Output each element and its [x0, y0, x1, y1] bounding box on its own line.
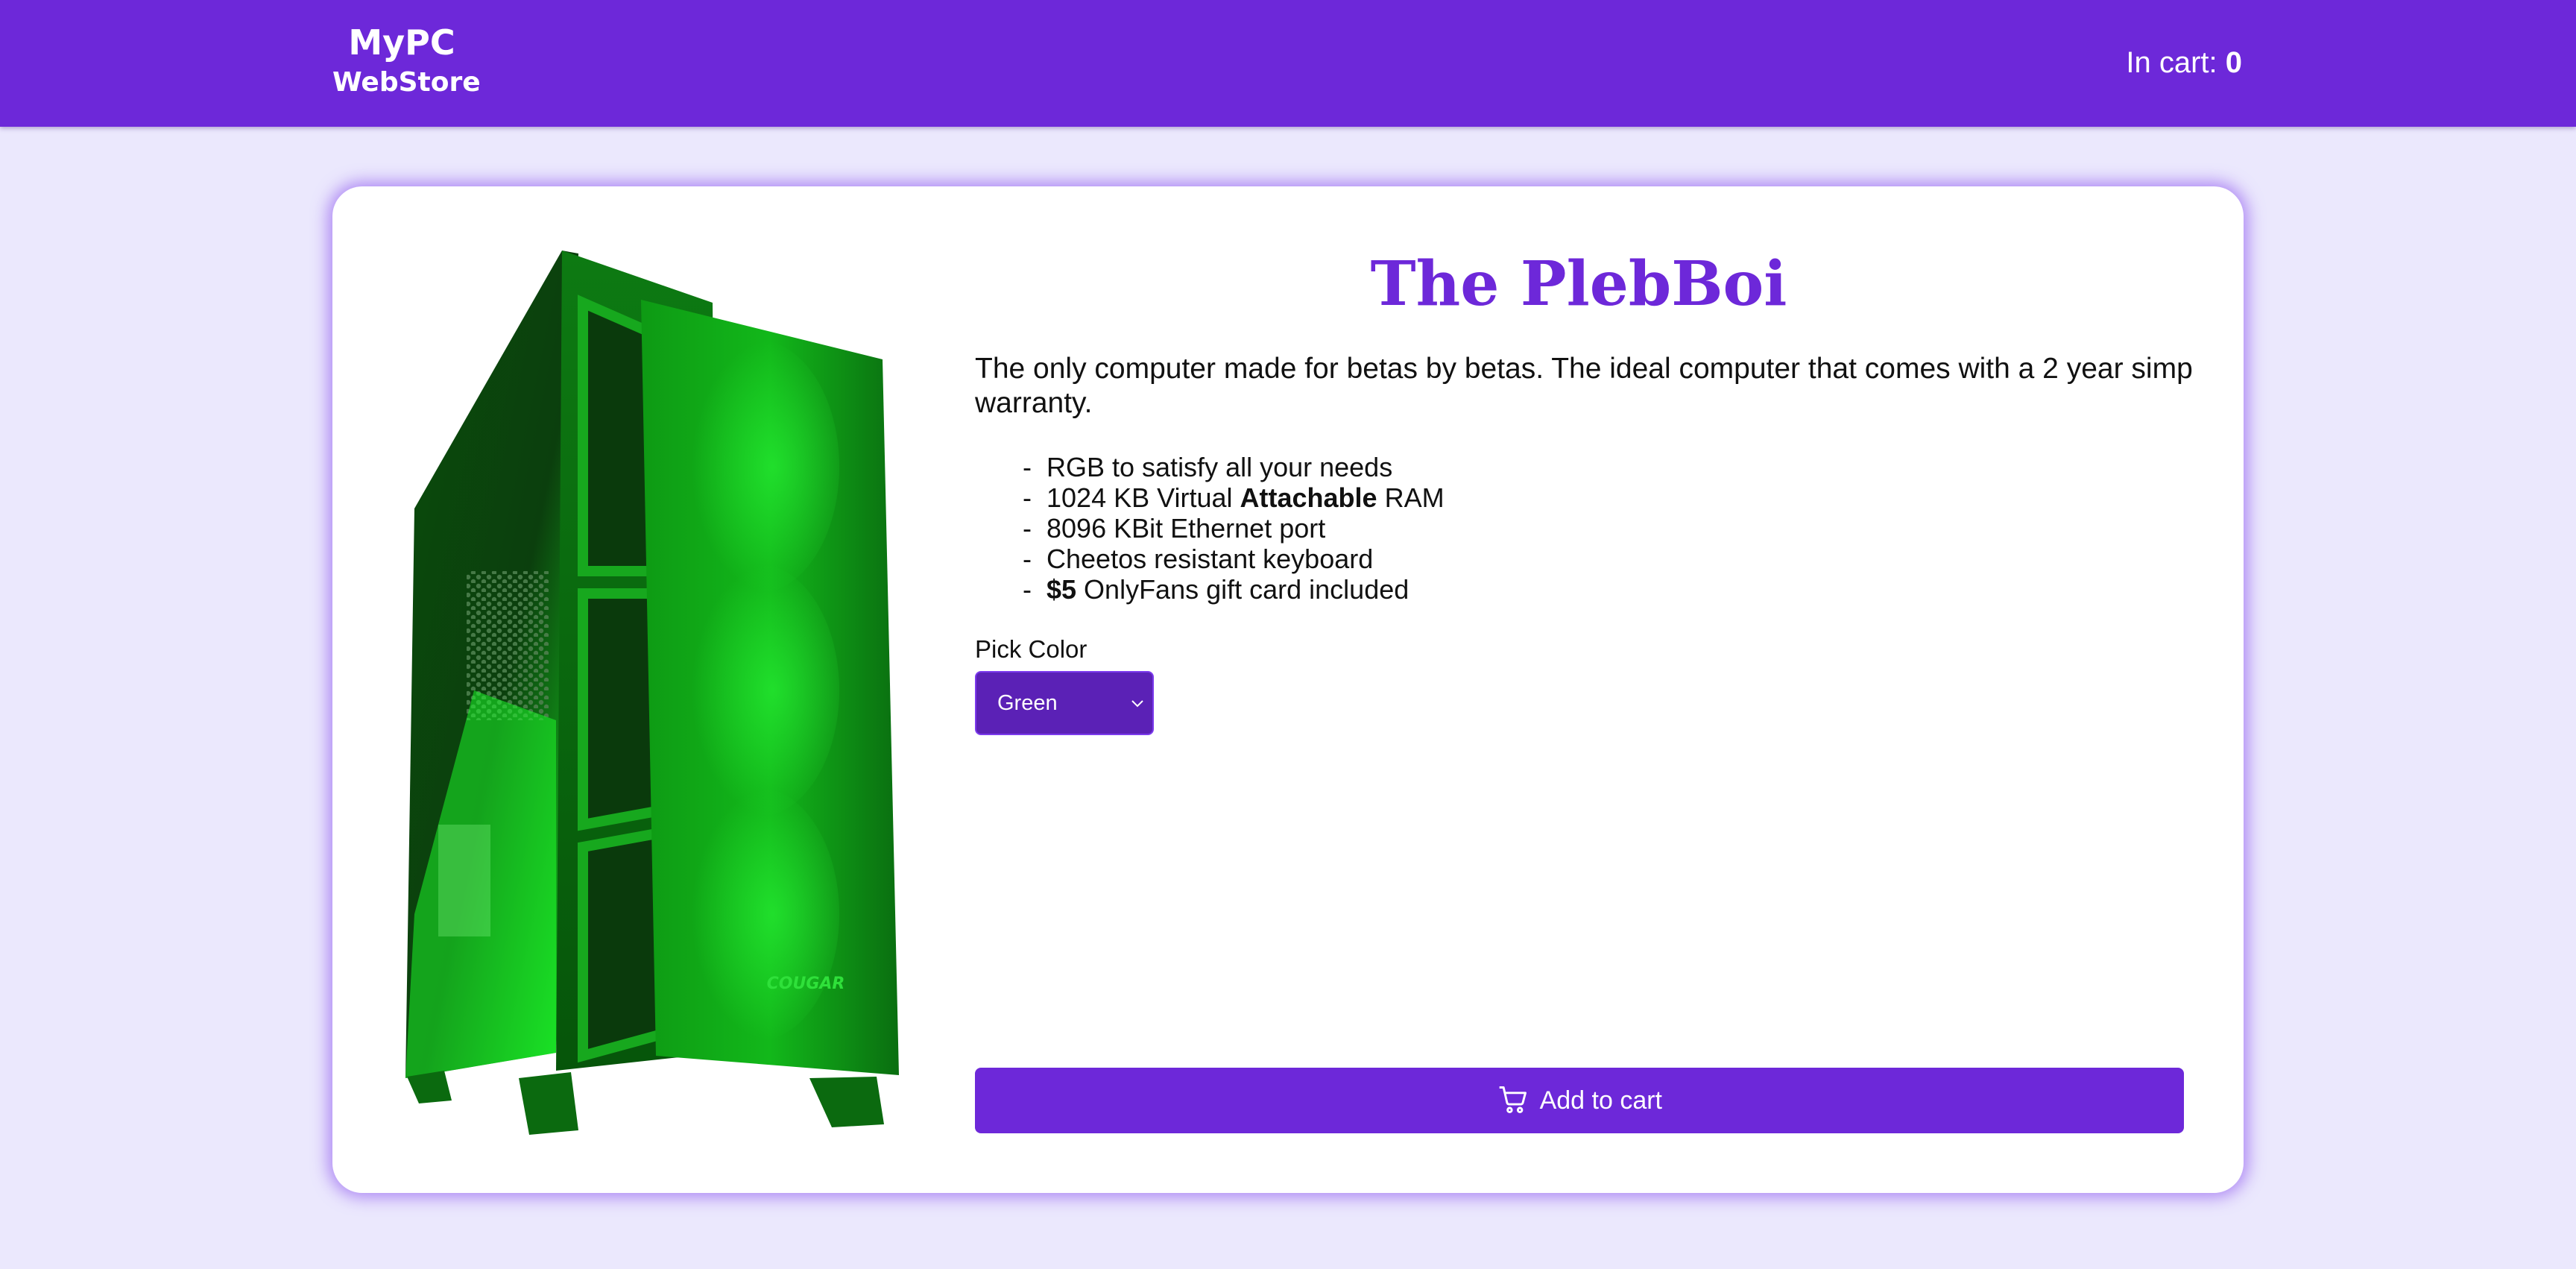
add-to-cart-label: Add to cart — [1539, 1086, 1662, 1115]
cart-status-label: In cart: — [2126, 46, 2217, 79]
feature-item: - RGB to satisfy all your needs — [1023, 452, 1393, 482]
color-picker-label: Pick Color — [975, 635, 1087, 663]
feature-item: -8096 KBit Ethernet port — [1023, 513, 1326, 544]
brand-subtitle: WebStore — [332, 67, 481, 98]
cart-icon — [1499, 1086, 1527, 1113]
feature-item: -1024 KB Virtual Attachable RAM — [1023, 482, 1445, 513]
cart-count: 0 — [2225, 46, 2242, 79]
case-brand-label: COUGAR — [767, 974, 845, 993]
color-select[interactable]: Green — [975, 671, 1154, 735]
product-title: The PlebBoi — [1370, 248, 1787, 320]
top-navbar: MyPC WebStore In cart: 0 — [0, 0, 2576, 127]
brand-name: MyPC — [348, 22, 455, 63]
feature-list: - RGB to satisfy all your needs -1024 KB … — [975, 452, 2168, 605]
product-description: The only computer made for betas by beta… — [975, 353, 2193, 419]
pc-case-image: COUGAR — [405, 251, 899, 1135]
add-to-cart-button[interactable]: Add to cart — [975, 1068, 2184, 1133]
feature-item: - Cheetos resistant keyboard — [1023, 544, 1374, 574]
product-card: COUGAR The PlebBoi The only computer mad… — [332, 186, 2244, 1193]
chevron-down-icon — [1131, 700, 1143, 708]
feature-item: - $5 OnlyFans gift card included — [1023, 574, 1409, 605]
cart-status[interactable]: In cart: 0 — [2126, 43, 2242, 82]
brand-logo[interactable]: MyPC WebStore — [332, 21, 481, 101]
color-select-value: Green — [997, 691, 1058, 715]
